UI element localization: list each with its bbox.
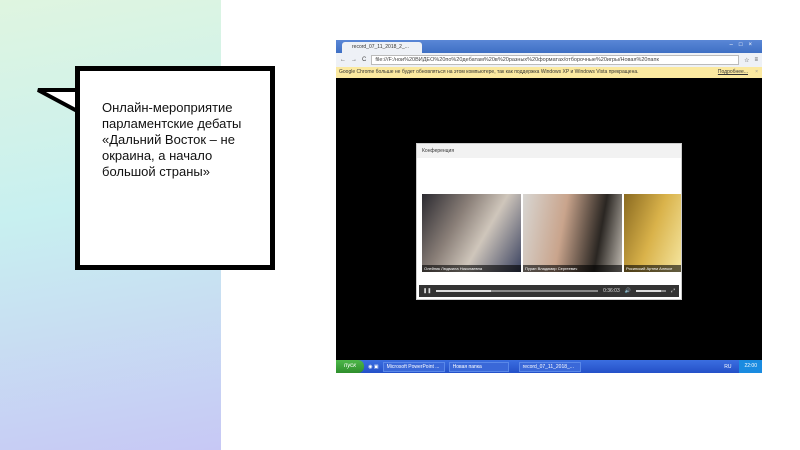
info-more-link[interactable]: Подробнее... bbox=[718, 67, 748, 78]
seek-slider[interactable] bbox=[436, 290, 599, 292]
back-icon[interactable]: ← bbox=[340, 57, 346, 63]
participant-name: Пуран Владимир Сергеевич bbox=[523, 265, 622, 272]
info-bar: Google Chrome больше не будет обновлятьс… bbox=[336, 67, 762, 78]
taskbar-item[interactable]: Новая папка bbox=[448, 361, 509, 372]
callout-text: Онлайн-мероприятие парламентские дебаты … bbox=[102, 100, 242, 179]
reload-icon[interactable]: C bbox=[362, 57, 366, 63]
window-controls[interactable]: –□× bbox=[730, 42, 758, 48]
fullscreen-icon[interactable]: ⤢ bbox=[671, 288, 675, 294]
star-icon[interactable]: ☆ bbox=[744, 57, 749, 64]
volume-icon[interactable]: 🔊 bbox=[625, 288, 631, 294]
participant-name: Олейник Людмила Николаевна bbox=[422, 265, 521, 272]
taskbar-item[interactable]: Microsoft PowerPoint ... bbox=[382, 361, 445, 372]
browser-screenshot: record_07_11_2018_2_... –□× ← → C file:/… bbox=[336, 40, 762, 373]
info-text: Google Chrome больше не будет обновлятьс… bbox=[339, 69, 639, 75]
clock: 22:00 bbox=[739, 360, 762, 373]
participant-name: Рясинский Артем Алексе bbox=[624, 265, 681, 272]
forward-icon[interactable]: → bbox=[351, 57, 357, 63]
menu-icon[interactable]: ≡ bbox=[754, 57, 758, 63]
time-display: 0:36:03 bbox=[603, 288, 620, 294]
browser-tab[interactable]: record_07_11_2018_2_... bbox=[342, 42, 422, 53]
start-button[interactable]: пуск bbox=[336, 360, 365, 373]
pause-icon[interactable]: ❚❚ bbox=[423, 288, 431, 294]
video-tile[interactable]: Пуран Владимир Сергеевич bbox=[523, 194, 622, 272]
taskbar-item[interactable]: record_07_11_2018_... bbox=[518, 361, 581, 372]
video-tile[interactable]: Рясинский Артем Алексе bbox=[624, 194, 681, 272]
address-bar: ← → C file:///F:/нои%20ВИДЕО%20по%20деба… bbox=[336, 53, 762, 67]
taskbar: пуск ◉ ▣ Microsoft PowerPoint ... Новая … bbox=[336, 360, 762, 373]
volume-slider[interactable] bbox=[635, 290, 666, 292]
quicklaunch-icons[interactable]: ◉ ▣ bbox=[368, 364, 378, 370]
close-icon[interactable]: × bbox=[755, 67, 758, 78]
player-controls: ❚❚ 0:36:03 🔊 ⤢ bbox=[419, 285, 679, 297]
conference-title: Конференция bbox=[417, 144, 681, 158]
video-tile[interactable]: Олейник Людмила Николаевна bbox=[422, 194, 521, 272]
language-indicator[interactable]: RU bbox=[724, 364, 731, 370]
tab-bar: record_07_11_2018_2_... –□× bbox=[336, 40, 762, 53]
conference-window: Конференция Олейник Людмила Николаевна П… bbox=[416, 143, 682, 300]
url-input[interactable]: file:///F:/нои%20ВИДЕО%20по%20дебатам%20… bbox=[371, 55, 740, 65]
